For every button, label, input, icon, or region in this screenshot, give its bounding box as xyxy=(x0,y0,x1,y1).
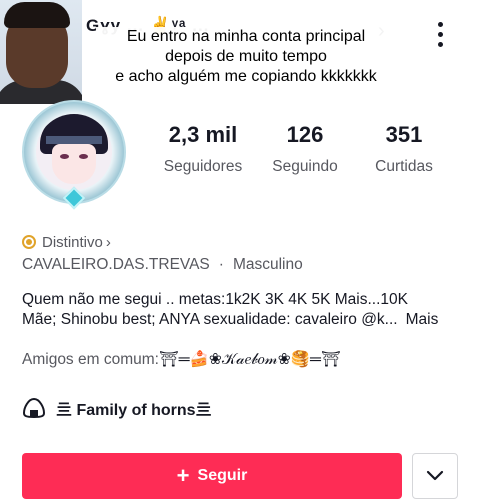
followers-label: Seguidores xyxy=(163,158,243,175)
following-label: Seguindo xyxy=(272,158,338,175)
badge-icon xyxy=(22,235,36,249)
profile-bio: Quem não me segui .. metas:1k2K 3K 4K 5K… xyxy=(22,290,468,330)
badge-link[interactable]: Distintivo › xyxy=(22,232,111,252)
reaction-cam-overlay xyxy=(0,0,82,104)
bio-line: Mãe; Shinobu best; ANYA sexualidade: cav… xyxy=(22,311,398,328)
follow-label: Seguir xyxy=(197,467,248,484)
chevron-down-icon xyxy=(426,470,444,481)
bio-line: Quem não me segui .. metas:1k2K 3K 4K 5K… xyxy=(22,291,408,308)
family-group-link[interactable]: 亖 Family of horns亖 xyxy=(22,396,212,420)
chevron-right-icon: › xyxy=(105,233,111,251)
profile-handle: CAVALEIRO.DAS.TREVAS xyxy=(22,256,210,273)
stat-followers[interactable]: 2,3 mil Seguidores xyxy=(150,122,256,176)
mutual-friends[interactable]: Amigos em comum:⛩═🍰❀𝒦𝒶𝑒𝒷𝑜𝓂❀🥞═⛩ xyxy=(22,350,341,369)
top-bar: Gɣy ... ✌️ᵞᵃ ... › Eu entro na minha con… xyxy=(0,0,480,104)
badge-label: Distintivo xyxy=(42,233,103,251)
caption-line: e acho alguém me copiando kkkkkkk xyxy=(115,68,377,85)
likes-label: Curtidas xyxy=(375,158,433,175)
avatar-image xyxy=(36,114,112,190)
followers-count: 2,3 mil xyxy=(168,122,238,147)
family-label: 亖 Family of horns亖 xyxy=(56,402,212,419)
plus-icon: + xyxy=(176,463,190,488)
cam-hair xyxy=(4,2,70,28)
stat-likes[interactable]: 351 Curtidas xyxy=(366,122,442,176)
video-caption: Eu entro na minha conta principal depois… xyxy=(96,27,396,87)
stat-following[interactable]: 126 Seguindo xyxy=(262,122,348,176)
caption-line: Eu entro na minha conta principal xyxy=(126,28,366,45)
mutual-label: Amigos em comum: xyxy=(22,351,159,368)
onigiri-icon xyxy=(22,398,46,418)
follow-button[interactable]: + Seguir xyxy=(22,453,402,499)
caption-line: depois de muito tempo xyxy=(165,48,327,65)
profile-meta: CAVALEIRO.DAS.TREVAS · Masculino xyxy=(22,256,303,274)
following-count: 126 xyxy=(286,122,324,147)
bio-more-link[interactable]: Mais xyxy=(406,311,439,328)
profile-stats: 2,3 mil Seguidores 126 Seguindo 351 Curt… xyxy=(150,122,460,182)
avatar[interactable] xyxy=(22,100,126,210)
meta-separator: · xyxy=(218,256,224,273)
suggested-accounts-button[interactable] xyxy=(412,453,458,499)
mutual-names: ⛩═🍰❀𝒦𝒶𝑒𝒷𝑜𝓂❀🥞═⛩ xyxy=(158,351,341,368)
likes-count: 351 xyxy=(385,122,423,147)
more-vertical-icon[interactable] xyxy=(430,22,450,52)
profile-gender: Masculino xyxy=(232,256,303,273)
